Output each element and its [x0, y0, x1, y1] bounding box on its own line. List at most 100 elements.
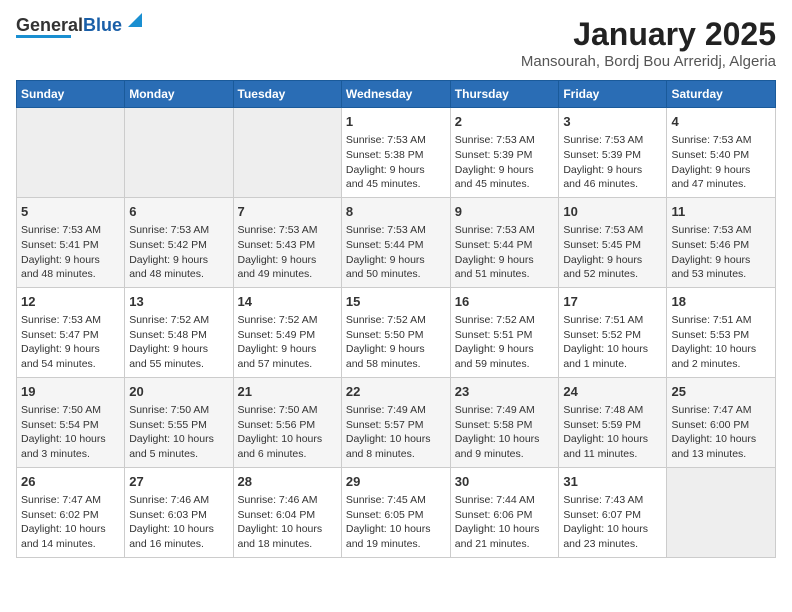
day-content: Sunrise: 7:52 AM Sunset: 5:50 PM Dayligh…: [346, 313, 446, 372]
calendar-subtitle: Mansourah, Bordj Bou Arreridj, Algeria: [521, 53, 776, 70]
day-content: Sunrise: 7:44 AM Sunset: 6:06 PM Dayligh…: [455, 493, 555, 552]
day-content: Sunrise: 7:53 AM Sunset: 5:44 PM Dayligh…: [455, 223, 555, 282]
day-number: 12: [21, 293, 120, 311]
header-sunday: Sunday: [17, 81, 125, 108]
day-number: 4: [671, 113, 771, 131]
day-number: 14: [238, 293, 337, 311]
day-number: 17: [563, 293, 662, 311]
day-content: Sunrise: 7:49 AM Sunset: 5:57 PM Dayligh…: [346, 403, 446, 462]
table-row: 13 Sunrise: 7:52 AM Sunset: 5:48 PM Dayli…: [125, 287, 233, 377]
table-row: 5 Sunrise: 7:53 AM Sunset: 5:41 PM Daylig…: [17, 197, 125, 287]
table-row: 29 Sunrise: 7:45 AM Sunset: 6:05 PM Dayli…: [341, 467, 450, 557]
table-row: 6 Sunrise: 7:53 AM Sunset: 5:42 PM Daylig…: [125, 197, 233, 287]
day-content: Sunrise: 7:47 AM Sunset: 6:02 PM Dayligh…: [21, 493, 120, 552]
table-row: [667, 467, 776, 557]
table-row: 2Sunrise: 7:53 AM Sunset: 5:39 PM Daylig…: [450, 108, 559, 198]
day-content: Sunrise: 7:52 AM Sunset: 5:48 PM Dayligh…: [129, 313, 228, 372]
day-content: Sunrise: 7:53 AM Sunset: 5:41 PM Dayligh…: [21, 223, 120, 282]
header-thursday: Thursday: [450, 81, 559, 108]
day-number: 28: [238, 473, 337, 491]
header-tuesday: Tuesday: [233, 81, 341, 108]
day-content: Sunrise: 7:48 AM Sunset: 5:59 PM Dayligh…: [563, 403, 662, 462]
calendar-title: January 2025: [521, 16, 776, 53]
day-content: Sunrise: 7:53 AM Sunset: 5:42 PM Dayligh…: [129, 223, 228, 282]
day-content: Sunrise: 7:52 AM Sunset: 5:51 PM Dayligh…: [455, 313, 555, 372]
day-number: 11: [671, 203, 771, 221]
day-content: Sunrise: 7:50 AM Sunset: 5:54 PM Dayligh…: [21, 403, 120, 462]
day-number: 23: [455, 383, 555, 401]
table-row: 16 Sunrise: 7:52 AM Sunset: 5:51 PM Dayli…: [450, 287, 559, 377]
logo: GeneralBlue: [16, 16, 144, 38]
day-number: 10: [563, 203, 662, 221]
header: GeneralBlue January 2025 Mansourah, Bord…: [16, 16, 776, 70]
day-content: Sunrise: 7:53 AM Sunset: 5:47 PM Dayligh…: [21, 313, 120, 372]
table-row: 11 Sunrise: 7:53 AM Sunset: 5:46 PM Dayli…: [667, 197, 776, 287]
table-row: 4Sunrise: 7:53 AM Sunset: 5:40 PM Daylig…: [667, 108, 776, 198]
day-number: 30: [455, 473, 555, 491]
day-number: 20: [129, 383, 228, 401]
day-number: 22: [346, 383, 446, 401]
table-row: 23Sunrise: 7:49 AM Sunset: 5:58 PM Dayli…: [450, 377, 559, 467]
day-number: 26: [21, 473, 120, 491]
table-row: [125, 108, 233, 198]
day-content: Sunrise: 7:45 AM Sunset: 6:05 PM Dayligh…: [346, 493, 446, 552]
day-number: 16: [455, 293, 555, 311]
table-row: 10 Sunrise: 7:53 AM Sunset: 5:45 PM Dayli…: [559, 197, 667, 287]
day-content: Sunrise: 7:46 AM Sunset: 6:04 PM Dayligh…: [238, 493, 337, 552]
calendar-week-row: 26 Sunrise: 7:47 AM Sunset: 6:02 PM Dayli…: [17, 467, 776, 557]
table-row: 26 Sunrise: 7:47 AM Sunset: 6:02 PM Dayli…: [17, 467, 125, 557]
day-number: 24: [563, 383, 662, 401]
table-row: 17Sunrise: 7:51 AM Sunset: 5:52 PM Dayli…: [559, 287, 667, 377]
day-content: Sunrise: 7:46 AM Sunset: 6:03 PM Dayligh…: [129, 493, 228, 552]
day-number: 15: [346, 293, 446, 311]
day-number: 7: [238, 203, 337, 221]
day-number: 21: [238, 383, 337, 401]
table-row: 15 Sunrise: 7:52 AM Sunset: 5:50 PM Dayli…: [341, 287, 450, 377]
day-number: 19: [21, 383, 120, 401]
table-row: 9 Sunrise: 7:53 AM Sunset: 5:44 PM Daylig…: [450, 197, 559, 287]
logo-text: GeneralBlue: [16, 16, 122, 34]
table-row: 31 Sunrise: 7:43 AM Sunset: 6:07 PM Dayli…: [559, 467, 667, 557]
table-row: 3 Sunrise: 7:53 AM Sunset: 5:39 PM Daylig…: [559, 108, 667, 198]
table-row: 12 Sunrise: 7:53 AM Sunset: 5:47 PM Dayli…: [17, 287, 125, 377]
day-number: 3: [563, 113, 662, 131]
calendar-header-row: Sunday Monday Tuesday Wednesday Thursday…: [17, 81, 776, 108]
day-content: Sunrise: 7:50 AM Sunset: 5:56 PM Dayligh…: [238, 403, 337, 462]
day-content: Sunrise: 7:51 AM Sunset: 5:53 PM Dayligh…: [671, 313, 771, 372]
day-content: Sunrise: 7:53 AM Sunset: 5:45 PM Dayligh…: [563, 223, 662, 282]
day-number: 2: [455, 113, 555, 131]
day-content: Sunrise: 7:53 AM Sunset: 5:39 PM Dayligh…: [563, 133, 662, 192]
day-number: 6: [129, 203, 228, 221]
calendar-week-row: 12 Sunrise: 7:53 AM Sunset: 5:47 PM Dayli…: [17, 287, 776, 377]
day-number: 25: [671, 383, 771, 401]
table-row: 1 Sunrise: 7:53 AM Sunset: 5:38 PM Daylig…: [341, 108, 450, 198]
day-number: 29: [346, 473, 446, 491]
day-number: 31: [563, 473, 662, 491]
day-content: Sunrise: 7:47 AM Sunset: 6:00 PM Dayligh…: [671, 403, 771, 462]
logo-underline: [16, 35, 71, 38]
table-row: 20Sunrise: 7:50 AM Sunset: 5:55 PM Dayli…: [125, 377, 233, 467]
day-content: Sunrise: 7:53 AM Sunset: 5:38 PM Dayligh…: [346, 133, 446, 192]
day-number: 13: [129, 293, 228, 311]
day-content: Sunrise: 7:43 AM Sunset: 6:07 PM Dayligh…: [563, 493, 662, 552]
day-number: 1: [346, 113, 446, 131]
header-friday: Friday: [559, 81, 667, 108]
calendar-week-row: 5 Sunrise: 7:53 AM Sunset: 5:41 PM Daylig…: [17, 197, 776, 287]
logo-arrow-icon: [126, 11, 144, 29]
table-row: 19 Sunrise: 7:50 AM Sunset: 5:54 PM Dayli…: [17, 377, 125, 467]
calendar-week-row: 1 Sunrise: 7:53 AM Sunset: 5:38 PM Daylig…: [17, 108, 776, 198]
table-row: 24 Sunrise: 7:48 AM Sunset: 5:59 PM Dayli…: [559, 377, 667, 467]
table-row: [17, 108, 125, 198]
day-number: 5: [21, 203, 120, 221]
day-number: 18: [671, 293, 771, 311]
table-row: 14 Sunrise: 7:52 AM Sunset: 5:49 PM Dayli…: [233, 287, 341, 377]
day-content: Sunrise: 7:53 AM Sunset: 5:46 PM Dayligh…: [671, 223, 771, 282]
title-area: January 2025 Mansourah, Bordj Bou Arreri…: [521, 16, 776, 70]
table-row: 28 Sunrise: 7:46 AM Sunset: 6:04 PM Dayli…: [233, 467, 341, 557]
day-content: Sunrise: 7:53 AM Sunset: 5:43 PM Dayligh…: [238, 223, 337, 282]
table-row: 30 Sunrise: 7:44 AM Sunset: 6:06 PM Dayli…: [450, 467, 559, 557]
day-number: 9: [455, 203, 555, 221]
day-content: Sunrise: 7:52 AM Sunset: 5:49 PM Dayligh…: [238, 313, 337, 372]
table-row: 8Sunrise: 7:53 AM Sunset: 5:44 PM Daylig…: [341, 197, 450, 287]
header-saturday: Saturday: [667, 81, 776, 108]
